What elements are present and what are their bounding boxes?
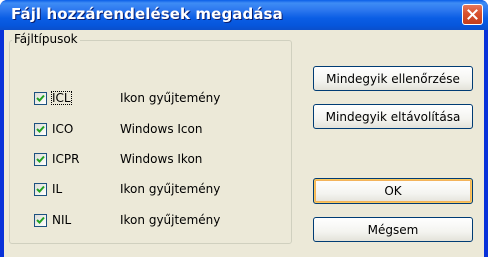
file-type-description: Ikon gyűjtemény [120, 182, 221, 196]
file-type-description: Windows Icon [120, 122, 203, 136]
file-type-ext[interactable]: ICL [51, 91, 72, 105]
file-type-ext[interactable]: ICPR [51, 152, 113, 166]
file-type-row-icl: ICL [34, 89, 99, 107]
checkmark-icon [36, 185, 45, 193]
file-type-description: Ikon gyűjtemény [120, 91, 221, 105]
dialog-window: Fájl hozzárendelések megadása Fájltípuso… [0, 0, 488, 257]
file-type-row-il: IL [34, 180, 113, 198]
checkbox-ico[interactable] [34, 122, 47, 136]
checkmark-icon [36, 155, 45, 163]
check-all-button[interactable]: Mindegyik ellenőrzése [313, 66, 473, 91]
checkmark-icon [36, 94, 45, 102]
cancel-button[interactable]: Mégsem [313, 217, 473, 242]
file-type-ext[interactable]: NIL [51, 213, 113, 227]
ok-button[interactable]: OK [313, 178, 473, 204]
close-button[interactable] [462, 4, 483, 25]
close-icon [467, 9, 478, 20]
checkbox-icl[interactable] [34, 91, 47, 105]
checkmark-icon [36, 216, 45, 224]
file-type-description: Windows Ikon [120, 152, 203, 166]
window-title: Fájl hozzárendelések megadása [11, 5, 283, 23]
file-type-ext[interactable]: ICO [51, 122, 113, 136]
file-type-row-nil: NIL [34, 211, 113, 229]
file-type-row-icpr: ICPR [34, 150, 113, 168]
file-type-row-ico: ICO [34, 120, 113, 138]
checkbox-il[interactable] [34, 182, 47, 196]
file-type-ext[interactable]: IL [51, 182, 113, 196]
checkmark-icon [36, 125, 45, 133]
remove-all-button[interactable]: Mindegyik eltávolítása [313, 104, 473, 129]
checkbox-icpr[interactable] [34, 152, 47, 166]
file-types-group-label: Fájltípusok [12, 32, 80, 46]
file-type-description: Ikon gyűjtemény [120, 213, 221, 227]
checkbox-nil[interactable] [34, 213, 47, 227]
title-bar[interactable]: Fájl hozzárendelések megadása [0, 0, 488, 30]
